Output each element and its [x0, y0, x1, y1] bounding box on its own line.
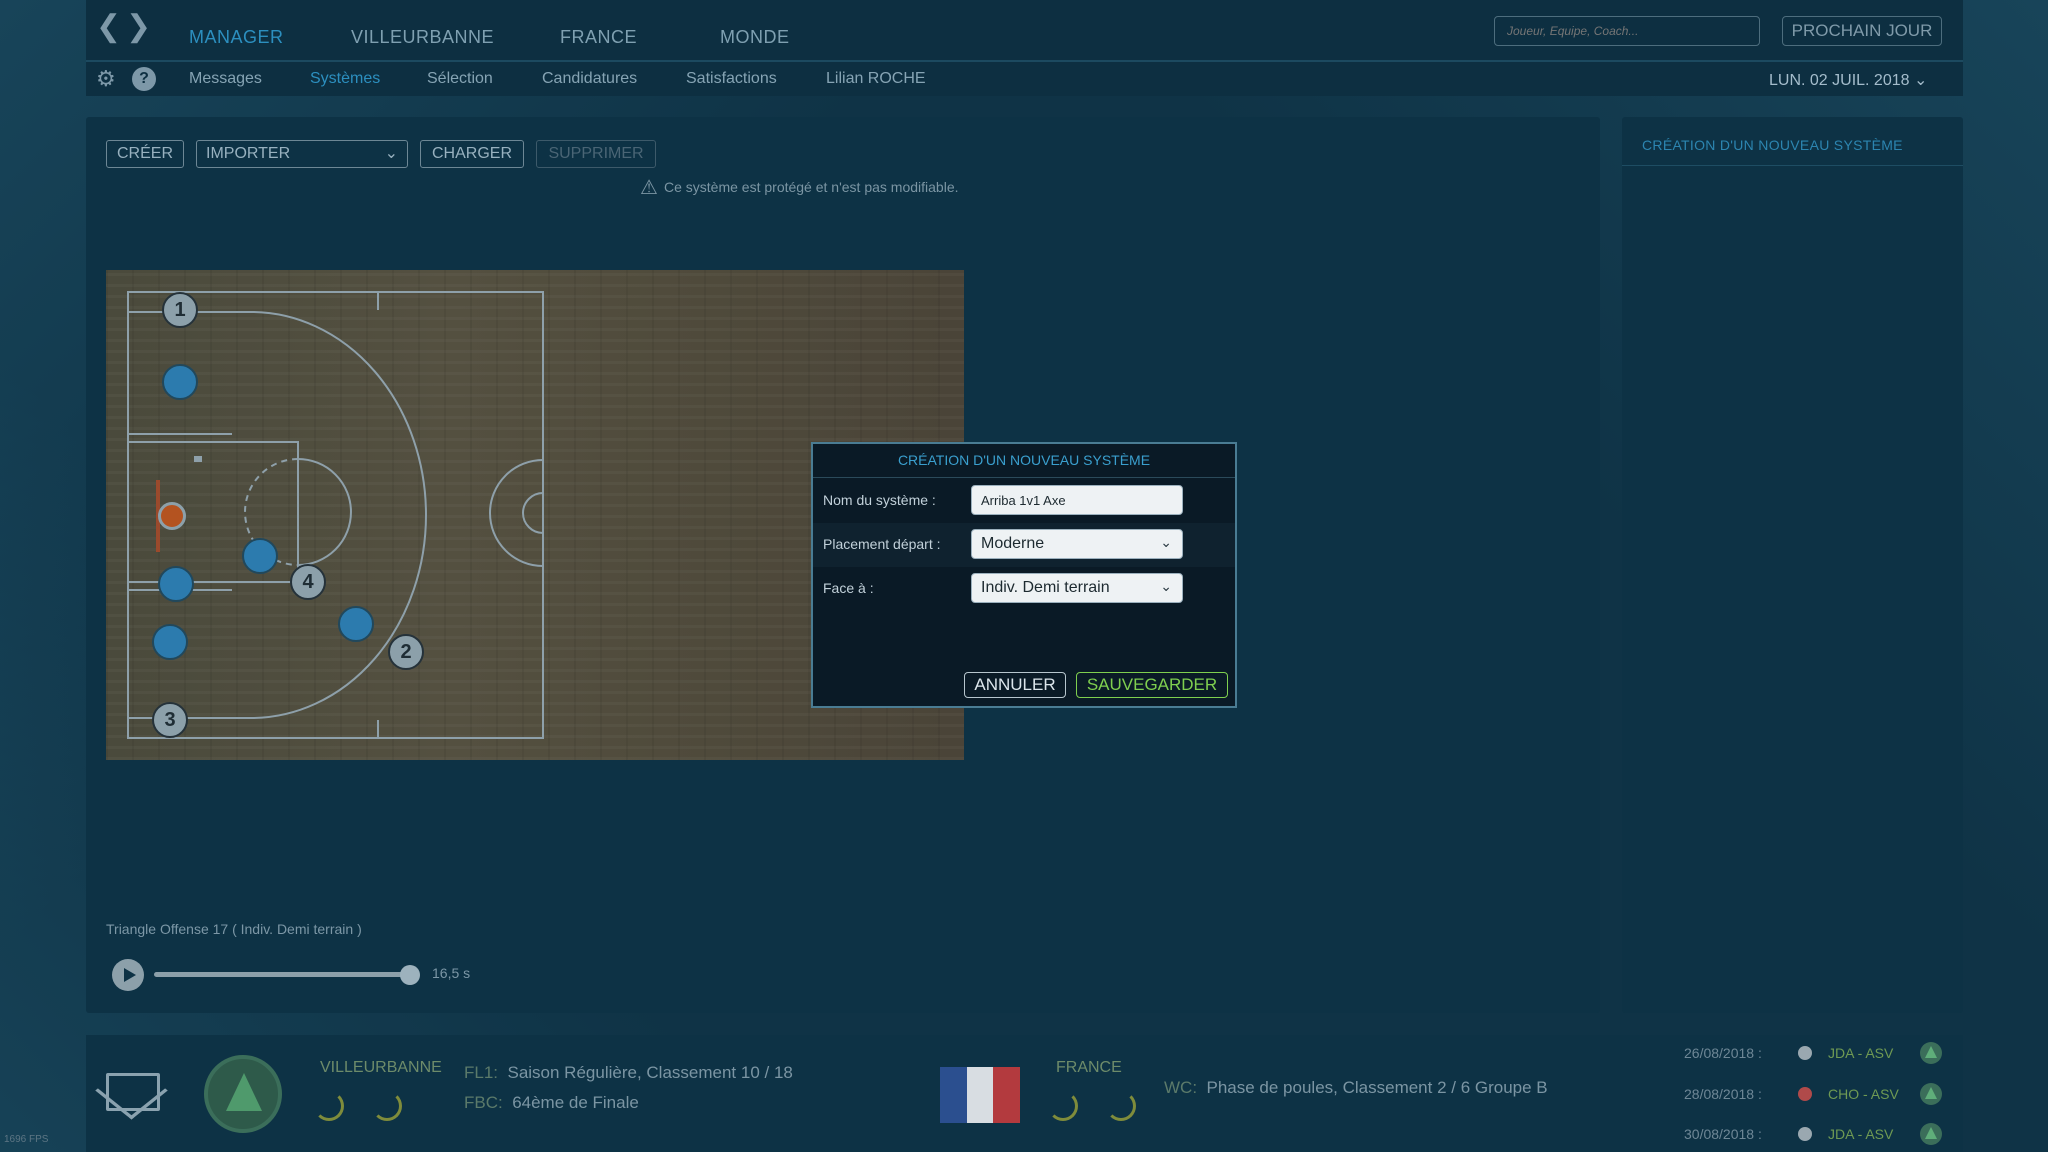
competition-status: Phase de poules, Classement 2 / 6 Groupe…: [1206, 1078, 1548, 1097]
club-name[interactable]: VILLEURBANNE: [320, 1059, 442, 1077]
system-name-input[interactable]: [971, 485, 1183, 515]
loading-spinner-icon: [1048, 1091, 1078, 1121]
fixture-date: 30/08/2018 :: [1684, 1126, 1762, 1142]
current-date[interactable]: LUN. 02 JUIL. 2018 ⌄: [1769, 70, 1927, 90]
fixture-match[interactable]: CHO - ASV: [1828, 1086, 1899, 1102]
delete-button: SUPPRIMER: [536, 140, 656, 168]
club-logo[interactable]: [204, 1055, 282, 1133]
france-flag-icon[interactable]: [940, 1067, 1021, 1123]
club-logo-icon: [1920, 1042, 1942, 1064]
fixture-match[interactable]: JDA - ASV: [1828, 1045, 1893, 1061]
timeline-slider[interactable]: [154, 972, 412, 977]
divider: [1622, 165, 1963, 166]
nav-france[interactable]: FRANCE: [560, 27, 637, 48]
load-button[interactable]: CHARGER: [420, 140, 524, 168]
face-label: Face à :: [823, 580, 874, 596]
player-token: [158, 566, 194, 602]
system-caption: Triangle Offense 17 ( Indiv. Demi terrai…: [106, 921, 362, 937]
tab-coach[interactable]: Lilian ROCHE: [826, 70, 926, 88]
face-row: Face à : Indiv. Demi terrain ⌄: [813, 567, 1235, 611]
timeline-value: 16,5 s: [432, 965, 471, 981]
dialog-title: CRÉATION D'UN NOUVEAU SYSTÈME: [813, 444, 1235, 478]
face-value: Indiv. Demi terrain: [981, 579, 1110, 596]
face-select[interactable]: Indiv. Demi terrain ⌄: [971, 573, 1183, 603]
position-marker: 4: [290, 564, 326, 600]
chevron-down-icon: ⌄: [1913, 72, 1928, 89]
side-panel-title: CRÉATION D'UN NOUVEAU SYSTÈME: [1642, 137, 1903, 153]
placement-row: Placement départ : Moderne ⌄: [813, 523, 1235, 567]
ball-carrier-token: [158, 502, 186, 530]
placement-value: Moderne: [981, 535, 1045, 552]
country-name[interactable]: FRANCE: [1056, 1059, 1122, 1077]
placement-label: Placement départ :: [823, 536, 941, 552]
tab-systemes[interactable]: Systèmes: [310, 70, 380, 88]
fixture-date: 26/08/2018 :: [1684, 1045, 1762, 1061]
fixture-date: 28/08/2018 :: [1684, 1086, 1762, 1102]
create-button[interactable]: CRÉER: [106, 140, 184, 168]
player-token: [242, 538, 278, 574]
save-button[interactable]: SAUVEGARDER: [1076, 672, 1228, 698]
warning-icon: ⚠: [640, 177, 658, 199]
competition-status: Saison Régulière, Classement 10 / 18: [507, 1063, 793, 1082]
protected-warning: ⚠ Ce système est protégé et n'est pas mo…: [640, 177, 959, 199]
fixture-match[interactable]: JDA - ASV: [1828, 1126, 1893, 1142]
tab-messages[interactable]: Messages: [189, 70, 262, 88]
nav-villeurbanne[interactable]: VILLEURBANNE: [351, 27, 494, 48]
competition-code: WC:: [1164, 1078, 1198, 1097]
next-day-button[interactable]: PROCHAIN JOUR: [1782, 16, 1942, 46]
club-competition-line: FL1: Saison Régulière, Classement 10 / 1…: [464, 1063, 793, 1083]
system-name-row: Nom du système :: [813, 479, 1235, 523]
search-input[interactable]: [1494, 16, 1760, 46]
bottom-status-bar: VILLEURBANNE FL1: Saison Régulière, Clas…: [86, 1035, 1963, 1152]
club-logo-icon: [1920, 1123, 1942, 1145]
competition-code: FBC:: [464, 1093, 503, 1112]
play-button[interactable]: [112, 959, 144, 991]
club-competition-line: FBC: 64ème de Finale: [464, 1093, 639, 1113]
loading-spinner-icon: [1106, 1091, 1136, 1121]
tab-selection[interactable]: Sélection: [427, 70, 493, 88]
player-token: [162, 364, 198, 400]
back-arrow-icon[interactable]: ❮: [96, 12, 121, 42]
position-marker: 2: [388, 634, 424, 670]
help-icon[interactable]: ?: [132, 67, 156, 91]
chevron-down-icon: ⌄: [1160, 534, 1172, 550]
mail-icon[interactable]: [106, 1073, 160, 1111]
tab-candidatures[interactable]: Candidatures: [542, 70, 637, 88]
loading-spinner-icon: [314, 1091, 344, 1121]
loading-spinner-icon: [372, 1091, 402, 1121]
competition-code: FL1:: [464, 1063, 499, 1082]
chevron-down-icon: ⌄: [1160, 578, 1172, 594]
competition-status: 64ème de Finale: [512, 1093, 639, 1112]
position-marker: 3: [152, 702, 188, 738]
new-system-dialog: CRÉATION D'UN NOUVEAU SYSTÈME Nom du sys…: [811, 442, 1237, 708]
fps-counter: 1696 FPS: [4, 1134, 49, 1145]
nav-monde[interactable]: MONDE: [720, 27, 790, 48]
warning-text: Ce système est protégé et n'est pas modi…: [664, 179, 959, 195]
system-name-label: Nom du système :: [823, 492, 936, 508]
opponent-logo-icon: [1798, 1046, 1812, 1060]
opponent-logo-icon: [1798, 1127, 1812, 1141]
nav-manager[interactable]: MANAGER: [189, 27, 284, 48]
player-token: [152, 624, 188, 660]
position-marker: 1: [162, 292, 198, 328]
chevron-down-icon: ⌄: [384, 145, 398, 162]
timeline-slider-thumb[interactable]: [400, 965, 420, 985]
gear-icon[interactable]: ⚙: [96, 67, 120, 91]
country-competition-line: WC: Phase de poules, Classement 2 / 6 Gr…: [1164, 1078, 1548, 1098]
forward-arrow-icon[interactable]: ❯: [126, 12, 151, 42]
side-panel: CRÉATION D'UN NOUVEAU SYSTÈME: [1622, 117, 1963, 1013]
date-label: LUN. 02 JUIL. 2018: [1769, 72, 1910, 89]
import-label: IMPORTER: [206, 145, 291, 162]
placement-select[interactable]: Moderne ⌄: [971, 529, 1183, 559]
player-token: [338, 606, 374, 642]
cancel-button[interactable]: ANNULER: [964, 672, 1066, 698]
tab-satisfactions[interactable]: Satisfactions: [686, 70, 777, 88]
opponent-logo-icon: [1798, 1087, 1812, 1101]
club-logo-icon: [1920, 1083, 1942, 1105]
import-select[interactable]: IMPORTER ⌄: [196, 140, 408, 168]
